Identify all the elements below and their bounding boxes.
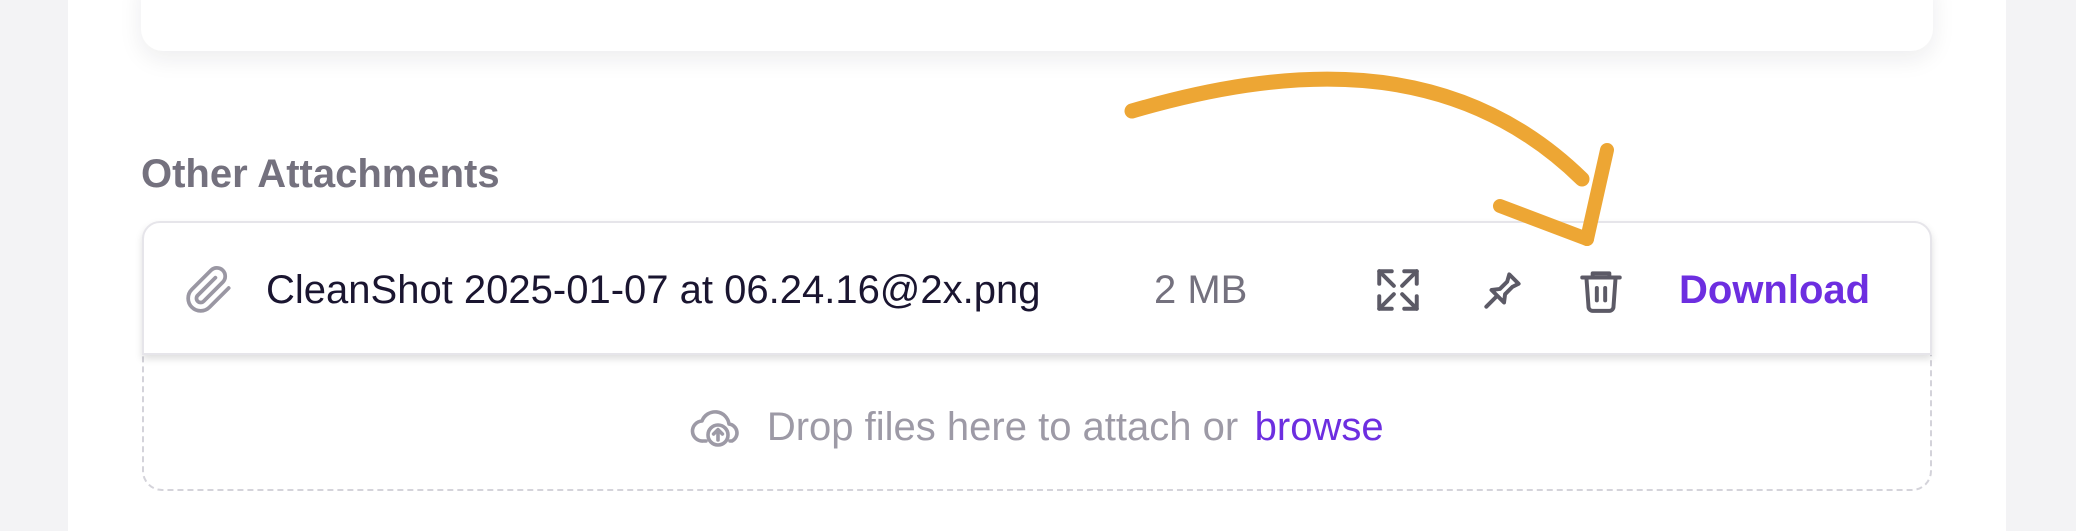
pin-icon[interactable]: [1478, 265, 1528, 315]
download-link[interactable]: Download: [1679, 265, 1870, 315]
file-size: 2 MB: [1154, 268, 1248, 312]
cloud-upload-icon: [691, 410, 740, 447]
browse-link[interactable]: browse: [1255, 399, 1384, 455]
attachments-box: CleanShot 2025-01-07 at 06.24.16@2x.png …: [142, 221, 1932, 491]
attachment-row: CleanShot 2025-01-07 at 06.24.16@2x.png …: [142, 221, 1932, 355]
drop-text: Drop files here to attach or: [766, 405, 1239, 449]
trash-icon[interactable]: [1576, 265, 1626, 315]
paperclip-icon: [186, 266, 231, 313]
section-title: Other Attachments: [141, 152, 500, 196]
top-card: [141, 0, 1933, 51]
expand-icon[interactable]: [1373, 265, 1423, 315]
file-name[interactable]: CleanShot 2025-01-07 at 06.24.16@2x.png: [266, 265, 1041, 315]
drop-instructions: Drop files here to attach or browse: [142, 399, 1932, 455]
